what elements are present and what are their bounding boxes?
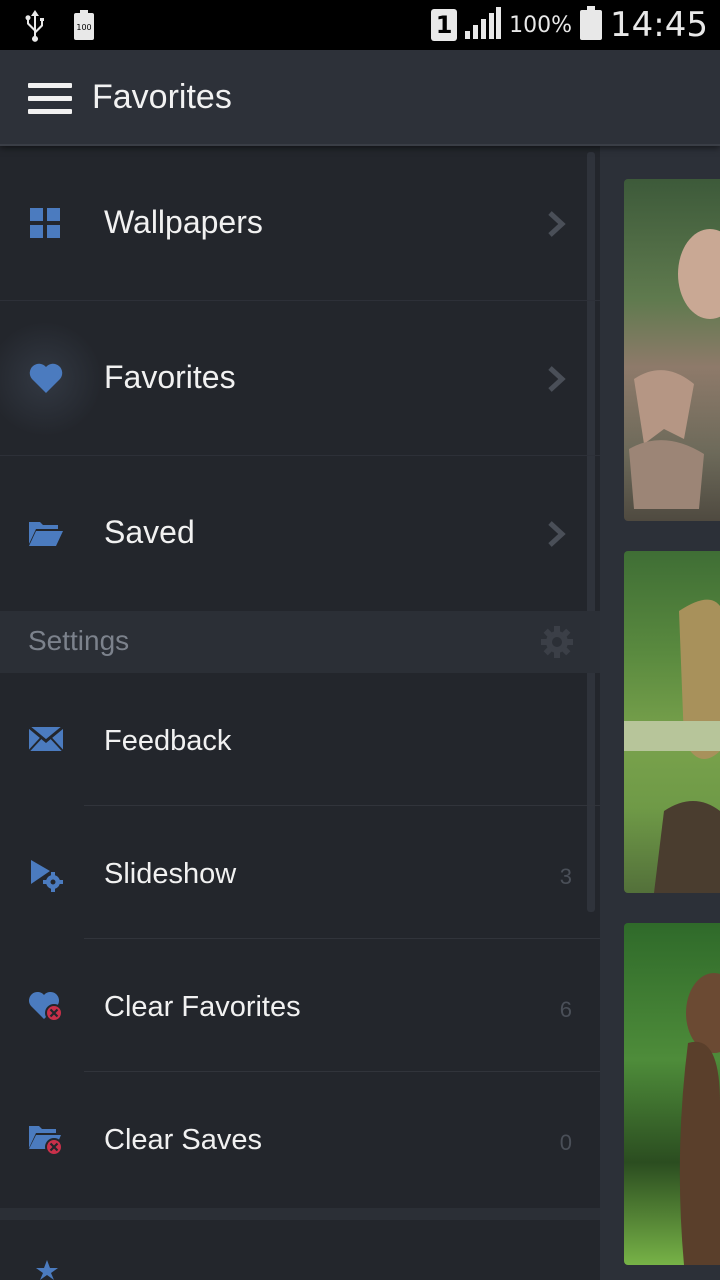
play-gear-icon (28, 858, 66, 896)
settings-header-label: Settings (28, 625, 130, 656)
chevron-right-icon (546, 365, 566, 393)
battery-small-icon: 100 (74, 10, 94, 44)
settings-item-feedback[interactable]: Feedback (0, 673, 600, 806)
chevron-right-icon (546, 210, 566, 238)
folder-remove-icon (28, 1122, 66, 1160)
drawer-item-label: Favorites (104, 359, 236, 395)
status-bar: 100 1 100% 14:45 (0, 0, 720, 50)
grid-icon (28, 206, 66, 244)
svg-text:100: 100 (76, 23, 91, 32)
sim-slot-indicator: 1 (431, 9, 458, 41)
app-bar: Favorites (0, 50, 720, 146)
drawer-item-wallpapers[interactable]: Wallpapers (0, 146, 600, 301)
clock: 14:45 (610, 5, 708, 45)
drawer-item-partial[interactable] (0, 1220, 600, 1280)
settings-item-count: 6 (559, 997, 572, 1022)
settings-item-clear-favorites[interactable]: Clear Favorites 6 (0, 939, 600, 1072)
drawer-item-favorites[interactable]: Favorites (0, 301, 600, 456)
settings-item-count: 3 (559, 864, 572, 889)
settings-item-label: Slideshow (104, 858, 237, 890)
settings-item-label: Feedback (104, 725, 232, 757)
wallpaper-thumbnail[interactable] (624, 179, 720, 521)
drawer-item-saved[interactable]: Saved (0, 456, 600, 611)
settings-item-label: Clear Favorites (104, 991, 301, 1023)
wallpaper-thumbnail[interactable] (624, 551, 720, 893)
signal-icon (465, 7, 502, 43)
heart-icon (28, 361, 66, 399)
heart-remove-icon (28, 989, 66, 1027)
settings-item-count: 0 (559, 1130, 572, 1155)
battery-icon (580, 6, 603, 44)
settings-item-clear-saves[interactable]: Clear Saves 0 (0, 1072, 600, 1205)
wallpaper-thumbnail[interactable] (624, 923, 720, 1265)
wallpaper-grid (600, 146, 720, 1280)
usb-icon (22, 8, 48, 46)
battery-percent: 100% (509, 12, 573, 38)
navigation-drawer: Wallpapers Favorites Saved Settings Feed… (0, 146, 600, 1280)
drawer-item-label: Saved (104, 514, 195, 550)
drawer-item-label: Wallpapers (104, 204, 263, 240)
menu-icon[interactable] (28, 83, 74, 115)
settings-section-header: Settings (0, 611, 600, 673)
settings-item-label: Clear Saves (104, 1124, 262, 1156)
star-icon (36, 1260, 58, 1280)
page-title: Favorites (92, 78, 232, 116)
section-divider (0, 1208, 600, 1220)
folder-open-icon (28, 518, 66, 556)
settings-item-slideshow[interactable]: Slideshow 3 (0, 806, 600, 939)
envelope-icon (28, 725, 66, 763)
gear-icon (540, 625, 574, 659)
chevron-right-icon (546, 520, 566, 548)
